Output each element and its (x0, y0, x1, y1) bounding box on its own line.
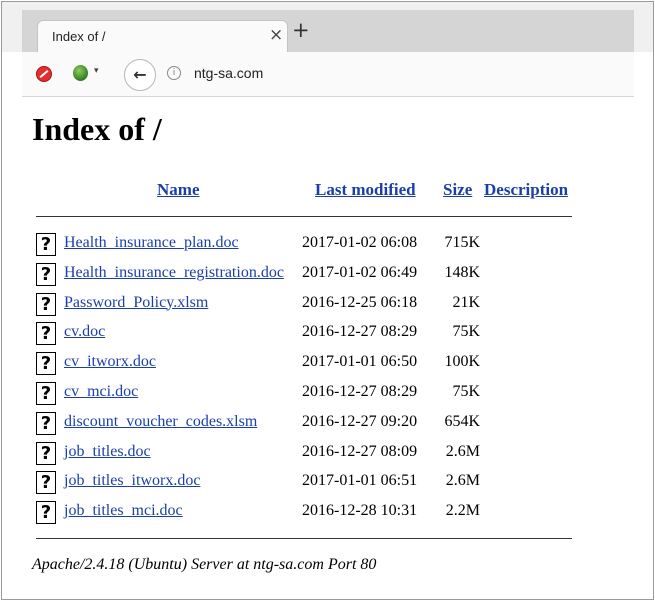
file-size: 2.2M (445, 502, 480, 520)
file-link[interactable]: discount_voucher_codes.xlsm (64, 413, 257, 431)
unknown-file-icon: ? (36, 233, 56, 256)
unknown-file-icon: ? (36, 352, 56, 376)
page-content: Index of / Name Last modified Size Descr… (32, 110, 642, 573)
file-size: 2.6M (445, 442, 480, 460)
file-size: 148K (444, 263, 480, 281)
file-link[interactable]: cv.doc (64, 323, 105, 341)
file-modified: 2016-12-25 06:18 (302, 293, 418, 311)
file-size: 75K (452, 383, 480, 400)
footer-divider (36, 538, 572, 539)
file-modified: 2017-01-02 06:49 (302, 263, 418, 281)
unknown-file-icon: ? (36, 262, 56, 286)
file-modified: 2017-01-01 06:51 (302, 472, 418, 490)
browser-window: Index of / × + ▾ ← i ntg-sa.com Index of… (1, 1, 654, 600)
file-link[interactable]: cv_mci.doc (64, 383, 138, 401)
file-link[interactable]: Health_insurance_plan.doc (64, 234, 239, 252)
tab-title: Index of / (52, 29, 106, 44)
block-extension-icon[interactable] (36, 66, 52, 82)
title-bar: Index of / × + (2, 2, 653, 59)
table-row: ? Password_Policy.xlsm 2016-12-25 06:18 21K (36, 291, 596, 318)
server-signature: Apache/2.4.18 (Ubuntu) Server at ntg-sa.… (32, 556, 377, 573)
table-row: ? cv_itworx.doc 2017-01-01 06:50 100K (36, 350, 596, 377)
table-row: ? job_titles_itworx.doc 2017-01-01 06:51 2.… (36, 469, 596, 496)
unknown-file-icon: ? (36, 441, 56, 465)
tab-strip: Index of / × + (22, 10, 634, 59)
unknown-file-icon: ? (36, 471, 56, 495)
file-modified: 2017-01-02 06:08 (302, 234, 418, 251)
column-header-last-modified[interactable]: Last modified (315, 180, 416, 200)
column-header-size[interactable]: Size (443, 180, 472, 200)
table-row: ? cv.doc 2016-12-27 08:29 75K (36, 320, 596, 347)
page-title: Index of / (32, 111, 162, 147)
navigation-bar: ▾ ← i ntg-sa.com (22, 52, 634, 97)
column-header-name[interactable]: Name (157, 180, 199, 200)
file-size: 100K (444, 353, 480, 371)
file-size: 75K (452, 323, 480, 341)
file-modified: 2016-12-28 10:31 (302, 502, 418, 520)
file-modified: 2016-12-27 09:20 (302, 412, 418, 430)
column-header-description[interactable]: Description (484, 180, 568, 200)
unknown-file-icon: ? (36, 411, 56, 435)
sort-by-name-link[interactable]: Name (157, 180, 199, 199)
unknown-file-icon: ? (36, 382, 56, 405)
file-link[interactable]: Health_insurance_registration.doc (64, 264, 284, 282)
table-row: ? job_titles_mci.doc 2016-12-28 10:31 2.2M (36, 499, 596, 526)
sort-by-date-link[interactable]: Last modified (315, 180, 416, 199)
extension-dropdown-icon[interactable]: ▾ (94, 66, 99, 76)
table-row: ? Health_insurance_registration.doc 2017-0… (36, 261, 596, 288)
file-link[interactable]: cv_itworx.doc (64, 353, 156, 371)
file-size: 2.6M (445, 472, 480, 490)
unknown-file-icon: ? (36, 322, 56, 346)
sort-by-size-link[interactable]: Size (443, 180, 472, 199)
table-row: ? Health_insurance_plan.doc 2017-01-02 06:… (36, 231, 596, 258)
file-link[interactable]: job_titles_itworx.doc (64, 472, 200, 490)
back-button[interactable]: ← (124, 59, 156, 91)
file-link[interactable]: job_titles.doc (64, 443, 151, 461)
file-size: 21K (452, 293, 480, 311)
file-modified: 2016-12-27 08:29 (302, 323, 418, 341)
file-size: 654K (444, 412, 480, 430)
extension-icon[interactable] (73, 65, 88, 81)
unknown-file-icon: ? (36, 501, 56, 525)
new-tab-icon[interactable]: + (292, 18, 310, 42)
file-size: 715K (444, 234, 480, 251)
site-info-icon[interactable]: i (167, 66, 181, 80)
file-modified: 2016-12-27 08:09 (302, 442, 418, 460)
file-modified: 2016-12-27 08:29 (302, 383, 418, 400)
unknown-file-icon: ? (36, 292, 56, 316)
table-row: ? cv_mci.doc 2016-12-27 08:29 75K (36, 380, 596, 407)
header-divider (36, 216, 572, 217)
table-row: ? job_titles.doc 2016-12-27 08:09 2.6M (36, 440, 596, 467)
table-row: ? discount_voucher_codes.xlsm 2016-12-27 0… (36, 410, 596, 437)
file-modified: 2017-01-01 06:50 (302, 353, 418, 371)
sort-by-description-link[interactable]: Description (484, 180, 568, 199)
file-link[interactable]: Password_Policy.xlsm (64, 294, 208, 312)
file-link[interactable]: job_titles_mci.doc (64, 502, 183, 520)
address-bar[interactable]: ntg-sa.com (194, 65, 263, 81)
close-tab-icon[interactable]: × (269, 25, 283, 45)
